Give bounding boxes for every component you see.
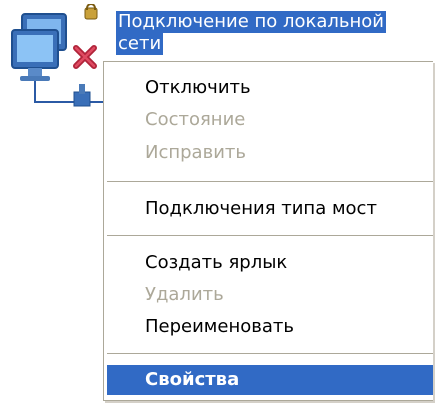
menu-item-status: Состояние — [145, 109, 246, 130]
menu-separator — [107, 353, 433, 354]
menu-item-rename[interactable]: Переименовать — [107, 312, 433, 342]
connection-label-line1: Подключение по локальной — [116, 11, 387, 33]
menu-item-bridge-connections[interactable]: Подключения типа мост — [107, 194, 433, 224]
connection-label[interactable]: Подключение по локальной сети — [116, 11, 416, 55]
menu-item-delete: Удалить — [145, 284, 224, 305]
menu-item-properties[interactable]: Свойства — [107, 365, 433, 395]
connection-label-line2: сети — [116, 33, 164, 55]
menu-item-repair: Исправить — [145, 142, 246, 163]
desktop: Подключение по локальной сети Отключить … — [0, 0, 435, 403]
menu-item-create-shortcut[interactable]: Создать ярлык — [107, 248, 433, 278]
context-menu: Отключить Состояние Исправить Подключени… — [103, 61, 433, 401]
network-connection-disconnected-icon[interactable] — [4, 4, 116, 116]
menu-separator — [107, 181, 433, 182]
menu-item-disconnect[interactable]: Отключить — [107, 73, 433, 103]
menu-separator — [107, 235, 433, 236]
